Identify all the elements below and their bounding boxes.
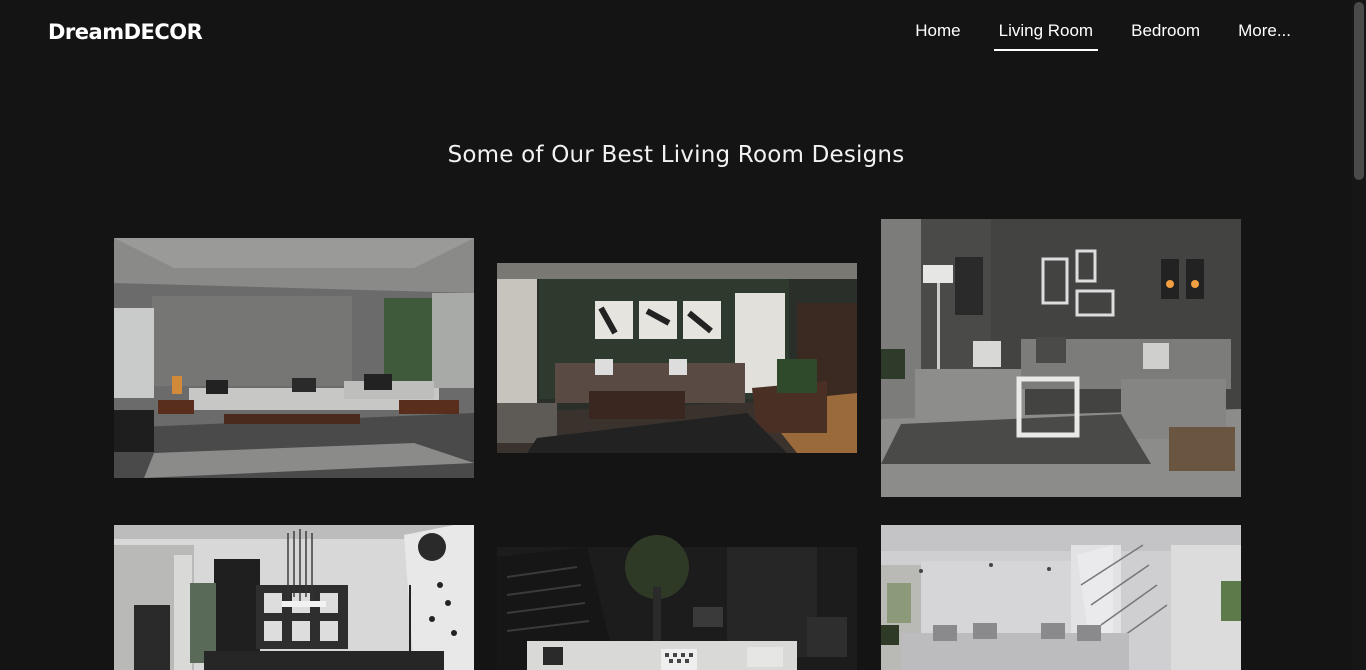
scrollbar-thumb[interactable] <box>1354 2 1364 180</box>
page-scrollbar[interactable] <box>1352 0 1366 670</box>
nav-item-more[interactable]: More... <box>1233 21 1296 51</box>
gallery-photo-4[interactable] <box>114 525 474 670</box>
top-navbar: DreamDECOR Home Living Room Bedroom More… <box>0 0 1352 70</box>
nav-item-bedroom[interactable]: Bedroom <box>1126 21 1205 51</box>
section-heading: Some of Our Best Living Room Designs <box>447 142 905 168</box>
nav-item-home[interactable]: Home <box>910 21 965 51</box>
gallery-photo-6[interactable] <box>881 525 1241 670</box>
gallery-photo-2[interactable] <box>497 263 857 453</box>
gallery-photo-3[interactable] <box>881 219 1241 497</box>
nav-item-living-room[interactable]: Living Room <box>993 21 1099 51</box>
brand-logo[interactable]: DreamDECOR <box>48 20 203 44</box>
gallery-photo-1[interactable] <box>114 238 474 478</box>
gallery-photo-5[interactable] <box>497 517 857 670</box>
nav-menu: Home Living Room Bedroom More... <box>910 21 1296 51</box>
